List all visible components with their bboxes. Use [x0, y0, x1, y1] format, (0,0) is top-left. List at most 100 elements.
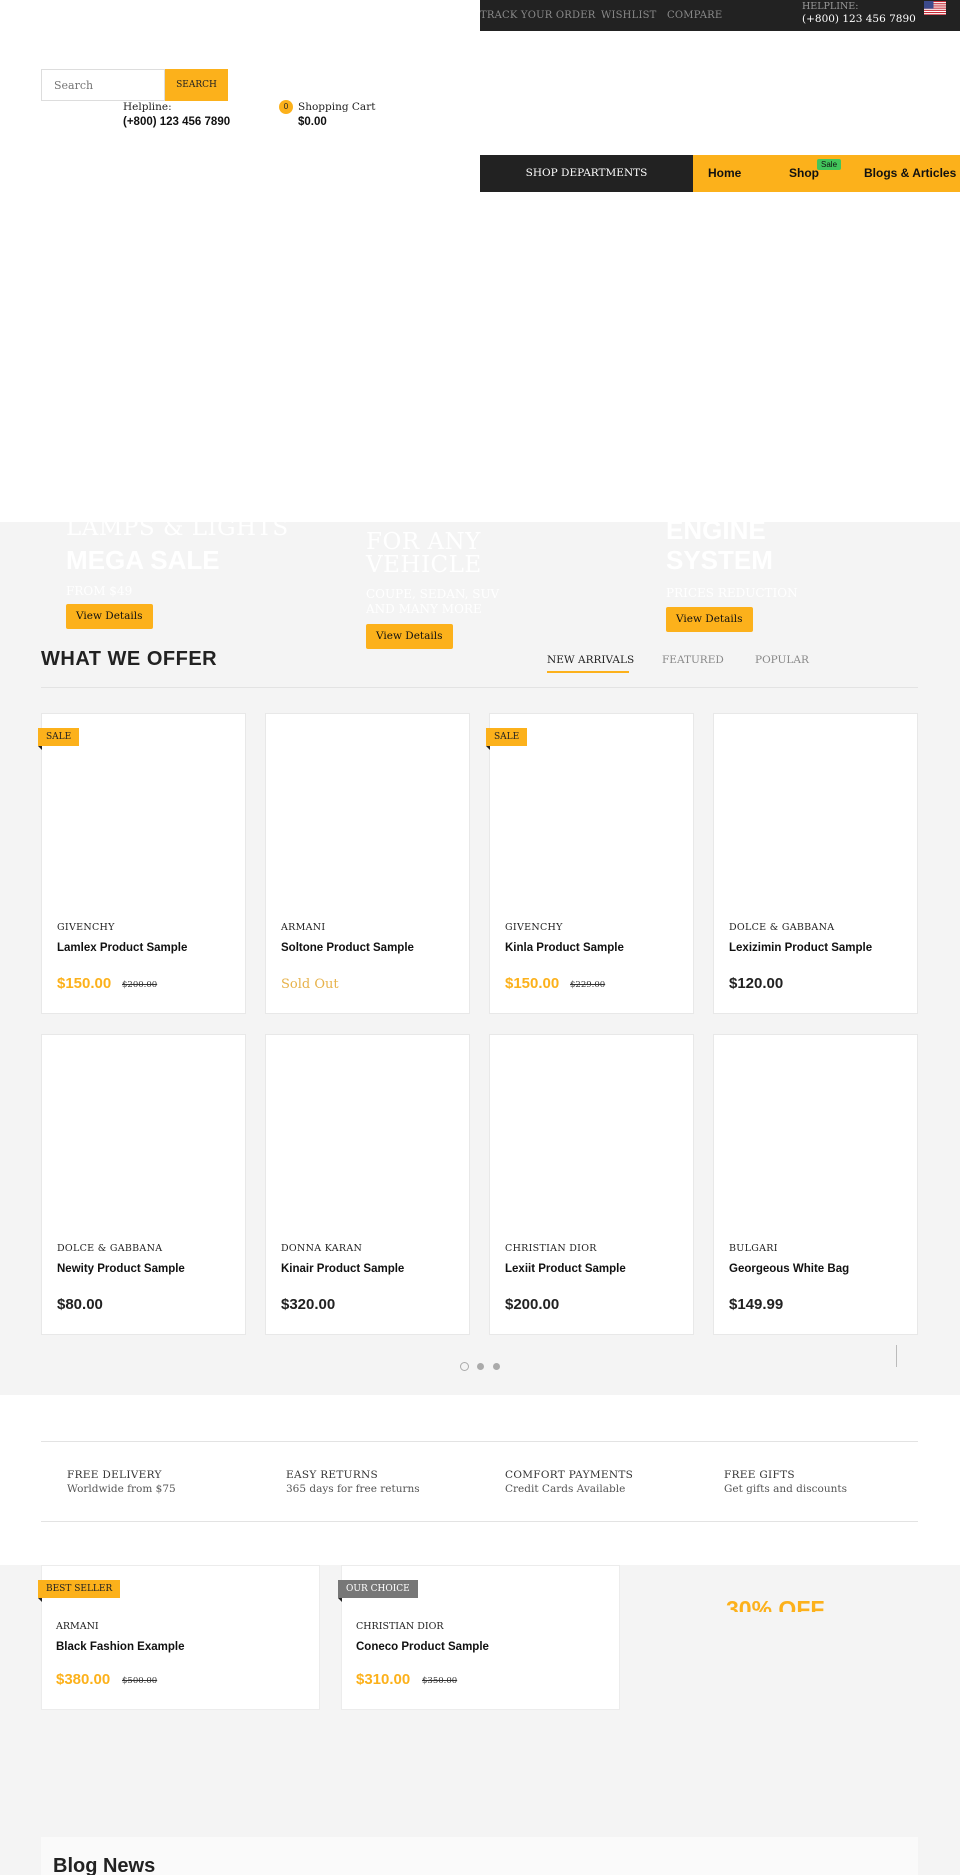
highlight-product-card[interactable]: OUR CHOICE CHRISTIAN DIOR Coneco Product…: [338, 1565, 620, 1710]
product-card[interactable]: BULGARI Georgeous White Bag $149.99: [713, 1034, 918, 1335]
search-button[interactable]: SEARCH: [165, 69, 228, 101]
highlight-product-card[interactable]: BEST SELLER ARMANI Black Fashion Example…: [38, 1565, 320, 1710]
product-name[interactable]: Kinla Product Sample: [505, 942, 624, 954]
main-nav: Home Shop Sale Blogs & Articles: [693, 155, 960, 192]
banner-view-details-button[interactable]: View Details: [666, 607, 753, 632]
banner-subtext: COUPE, SEDAN, SUV: [366, 587, 500, 601]
site-header: TRACK YOUR ORDER WISHLIST COMPARE HELPLI…: [0, 0, 960, 522]
product-brand: CHRISTIAN DIOR: [505, 1243, 597, 1254]
best-seller-tag: BEST SELLER: [38, 1580, 121, 1602]
banner-subtext: FROM $49: [66, 584, 133, 598]
search-input[interactable]: [41, 69, 165, 101]
shopping-cart-link[interactable]: Shopping Cart: [298, 101, 375, 113]
banner-line1b: VEHICLE: [366, 552, 482, 578]
banner-subtext-b: AND MANY MORE: [366, 602, 482, 616]
carousel-dot-3[interactable]: [493, 1363, 500, 1370]
us-flag-icon[interactable]: [924, 1, 946, 15]
divider: [41, 1521, 918, 1522]
track-order-link[interactable]: TRACK YOUR ORDER: [480, 10, 595, 21]
compare-link[interactable]: COMPARE: [667, 10, 722, 21]
product-name[interactable]: Lexizimin Product Sample: [729, 942, 872, 954]
shop-departments-button[interactable]: SHOP DEPARTMENTS: [480, 155, 693, 192]
carousel-dot-1[interactable]: [460, 1362, 469, 1371]
product-price: $320.00: [281, 1296, 336, 1313]
product-name[interactable]: Lamlex Product Sample: [57, 942, 187, 954]
product-name[interactable]: Lexiit Product Sample: [505, 1263, 626, 1275]
banner-view-details-button[interactable]: View Details: [366, 624, 453, 649]
nav-home[interactable]: Home: [708, 166, 741, 180]
product-old-price: $500.00: [122, 1676, 158, 1686]
product-price: $380.00: [56, 1671, 111, 1688]
product-old-price: $350.00: [422, 1676, 458, 1686]
product-price: $200.00: [505, 1296, 560, 1313]
product-card[interactable]: SALE GIVENCHY Lamlex Product Sample $150…: [38, 713, 246, 1014]
promo-banner[interactable]: 30% OFF: [726, 1596, 846, 1612]
section-title: WHAT WE OFFER: [41, 648, 218, 670]
sold-out-label: Sold Out: [281, 977, 339, 992]
feature-title: FREE GIFTS: [724, 1469, 795, 1481]
banner-view-details-button[interactable]: View Details: [66, 604, 153, 629]
product-brand: GIVENCHY: [57, 922, 115, 933]
product-price: $149.99: [729, 1296, 784, 1313]
product-price: $150.00: [57, 975, 112, 992]
tab-popular[interactable]: POPULAR: [755, 654, 809, 666]
product-brand: DOLCE & GABBANA: [729, 922, 835, 933]
product-card[interactable]: ARMANI Soltone Product Sample Sold Out: [265, 713, 470, 1014]
feature-subtitle: Get gifts and discounts: [724, 1483, 847, 1495]
helpline-phone: (+800) 123 456 7890: [123, 116, 231, 128]
product-name[interactable]: Newity Product Sample: [57, 1263, 185, 1275]
product-brand: CHRISTIAN DIOR: [356, 1621, 444, 1632]
topbar-helpline-phone: (+800) 123 456 7890: [802, 13, 916, 25]
product-card[interactable]: CHRISTIAN DIOR Lexiit Product Sample $20…: [489, 1034, 694, 1335]
active-tab-indicator: [547, 671, 629, 673]
product-name[interactable]: Black Fashion Example: [56, 1641, 184, 1653]
wishlist-link[interactable]: WISHLIST: [601, 10, 657, 21]
sale-tag: SALE: [38, 728, 80, 750]
product-name[interactable]: Kinair Product Sample: [281, 1263, 404, 1275]
carousel-handle[interactable]: [896, 1345, 897, 1367]
helpline-label: Helpline:: [123, 101, 172, 113]
product-card[interactable]: DOLCE & GABBANA Newity Product Sample $8…: [41, 1034, 246, 1335]
product-price: $120.00: [729, 975, 784, 992]
features-strip: FREE DELIVERY Worldwide from $75 EASY RE…: [0, 1395, 960, 1565]
feature-title: FREE DELIVERY: [67, 1469, 162, 1481]
feature-title: COMFORT PAYMENTS: [505, 1469, 634, 1481]
cart-total: $0.00: [298, 116, 327, 128]
product-old-price: $229.00: [570, 980, 606, 990]
product-brand: DONNA KARAN: [281, 1243, 363, 1254]
product-brand: ARMANI: [56, 1621, 99, 1632]
banner-line1: ENGINE: [666, 515, 766, 545]
our-choice-tag: OUR CHOICE: [338, 1580, 418, 1602]
sale-tag: SALE: [486, 728, 528, 750]
banner-headline: MEGA SALE: [66, 545, 220, 575]
product-card[interactable]: DOLCE & GABBANA Lexizimin Product Sample…: [713, 713, 918, 1014]
banner-headline: SYSTEM: [666, 545, 773, 575]
product-price: $310.00: [356, 1671, 411, 1688]
product-card[interactable]: DONNA KARAN Kinair Product Sample $320.0…: [265, 1034, 470, 1335]
carousel-dot-2[interactable]: [477, 1363, 484, 1370]
divider: [41, 687, 918, 688]
product-card[interactable]: SALE GIVENCHY Kinla Product Sample $150.…: [486, 713, 694, 1014]
blog-section: Blog News: [41, 1837, 918, 1875]
feature-subtitle: 365 days for free returns: [286, 1483, 420, 1495]
product-brand: ARMANI: [281, 922, 326, 933]
feature-subtitle: Worldwide from $75: [67, 1483, 176, 1495]
banner-subtext: PRICES REDUCTION: [666, 586, 798, 600]
nav-blogs-articles[interactable]: Blogs & Articles: [864, 166, 956, 180]
product-name[interactable]: Soltone Product Sample: [281, 942, 414, 954]
cart-count-badge[interactable]: 0: [279, 100, 293, 114]
nav-shop[interactable]: Shop: [789, 166, 819, 180]
banner-line1: LAMPS & LIGHTS: [66, 515, 289, 541]
promo-text: 30% OFF: [726, 1596, 825, 1612]
tab-new-arrivals[interactable]: NEW ARRIVALS: [547, 654, 634, 666]
product-price: $150.00: [505, 975, 560, 992]
topbar-helpline-label: HELPLINE:: [802, 1, 859, 12]
feature-subtitle: Credit Cards Available: [505, 1483, 626, 1495]
feature-title: EASY RETURNS: [286, 1469, 379, 1481]
product-name[interactable]: Georgeous White Bag: [729, 1263, 849, 1275]
product-price: $80.00: [57, 1296, 103, 1313]
product-brand: DOLCE & GABBANA: [57, 1243, 163, 1254]
product-old-price: $200.00: [122, 980, 158, 990]
product-name[interactable]: Coneco Product Sample: [356, 1641, 489, 1653]
tab-featured[interactable]: FEATURED: [662, 654, 724, 666]
